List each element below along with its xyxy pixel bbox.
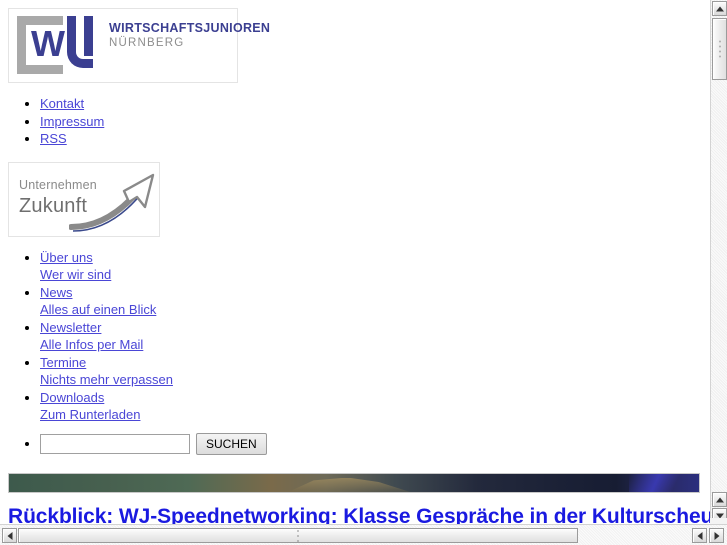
nav-sublink-alles-auf-einen-blick[interactable]: Alles auf einen Blick bbox=[40, 302, 156, 317]
triangle-up-icon bbox=[715, 6, 724, 11]
nav-link-news[interactable]: News bbox=[40, 285, 73, 300]
nav-link-kontakt[interactable]: Kontakt bbox=[40, 96, 84, 111]
triangle-left-icon bbox=[697, 531, 702, 540]
hero-image-detail bbox=[285, 477, 415, 492]
list-item: Nichts mehr verpassen bbox=[40, 371, 710, 389]
wj-letter-j-stem bbox=[84, 16, 93, 56]
meta-navigation: Kontakt Impressum RSS bbox=[0, 95, 710, 148]
horizontal-scrollbar-thumb[interactable] bbox=[18, 528, 578, 543]
list-item: Kontakt bbox=[40, 95, 710, 113]
page-body: W WIRTSCHAFTSJUNIOREN NÜRNBERG Kontakt I… bbox=[0, 8, 710, 524]
triangle-right-icon bbox=[714, 531, 719, 540]
scroll-right-button[interactable] bbox=[709, 528, 724, 543]
wj-logo-title: WIRTSCHAFTSJUNIOREN bbox=[109, 21, 271, 35]
unternehmen-zukunft-logo[interactable]: Unternehmen Zukunft bbox=[8, 161, 160, 237]
triangle-left-icon bbox=[7, 531, 12, 540]
list-item: Zum Runterladen bbox=[40, 406, 710, 424]
nav-link-newsletter[interactable]: Newsletter bbox=[40, 320, 101, 335]
browser-content-viewport: W WIRTSCHAFTSJUNIOREN NÜRNBERG Kontakt I… bbox=[0, 0, 710, 524]
list-item: Wer wir sind bbox=[40, 266, 710, 284]
search-submit-button[interactable]: SUCHEN bbox=[196, 432, 267, 455]
list-item: News bbox=[40, 284, 710, 302]
list-item: Termine bbox=[40, 354, 710, 372]
nav-sublink-wer-wir-sind[interactable]: Wer wir sind bbox=[40, 267, 111, 282]
nav-link-ueber-uns[interactable]: Über uns bbox=[40, 250, 93, 265]
grip-dots-icon bbox=[718, 40, 721, 58]
list-item: Downloads bbox=[40, 389, 710, 407]
scroll-left-button-secondary[interactable] bbox=[692, 528, 707, 543]
horizontal-scrollbar[interactable] bbox=[0, 524, 727, 545]
hero-image bbox=[8, 472, 700, 493]
list-item: RSS bbox=[40, 130, 710, 148]
wj-logo[interactable]: W WIRTSCHAFTSJUNIOREN NÜRNBERG bbox=[8, 8, 270, 83]
scroll-left-button[interactable] bbox=[2, 528, 17, 543]
scroll-up-button[interactable] bbox=[712, 1, 727, 16]
list-item-search: SUCHEN bbox=[40, 429, 710, 455]
nav-sublink-zum-runterladen[interactable]: Zum Runterladen bbox=[40, 407, 140, 422]
nav-link-impressum[interactable]: Impressum bbox=[40, 114, 104, 129]
list-item: Newsletter bbox=[40, 319, 710, 337]
vertical-scrollbar-thumb[interactable] bbox=[712, 18, 727, 80]
nav-link-rss[interactable]: RSS bbox=[40, 131, 67, 146]
wj-logo-wordmark: WIRTSCHAFTSJUNIOREN NÜRNBERG bbox=[109, 21, 270, 49]
nav-sublink-nichts-mehr-verpassen[interactable]: Nichts mehr verpassen bbox=[40, 372, 173, 387]
grip-dots-icon bbox=[297, 529, 299, 542]
list-item: Alle Infos per Mail bbox=[40, 336, 710, 354]
triangle-up-icon bbox=[715, 497, 724, 502]
search-form: SUCHEN bbox=[40, 429, 267, 455]
scroll-up-button-secondary[interactable] bbox=[712, 492, 727, 507]
vertical-scrollbar[interactable] bbox=[710, 0, 727, 524]
search-input[interactable] bbox=[40, 433, 190, 454]
nav-sublink-alle-infos-per-mail[interactable]: Alle Infos per Mail bbox=[40, 337, 143, 352]
wj-letter-w: W bbox=[31, 23, 65, 64]
growth-arrow-icon bbox=[69, 173, 155, 232]
hero-image-highlight bbox=[629, 473, 689, 492]
article-headline-link[interactable]: Rückblick: WJ-Speednetworking: Klasse Ge… bbox=[8, 505, 710, 525]
list-item: Alles auf einen Blick bbox=[40, 301, 710, 319]
list-item: Impressum bbox=[40, 113, 710, 131]
main-navigation: Über uns Wer wir sind News Alles auf ein… bbox=[0, 249, 710, 455]
nav-link-downloads[interactable]: Downloads bbox=[40, 390, 104, 405]
wj-logo-mark: W bbox=[17, 16, 101, 74]
nav-link-termine[interactable]: Termine bbox=[40, 355, 86, 370]
wj-logo-city: NÜRNBERG bbox=[109, 37, 185, 49]
list-item: Über uns bbox=[40, 249, 710, 267]
